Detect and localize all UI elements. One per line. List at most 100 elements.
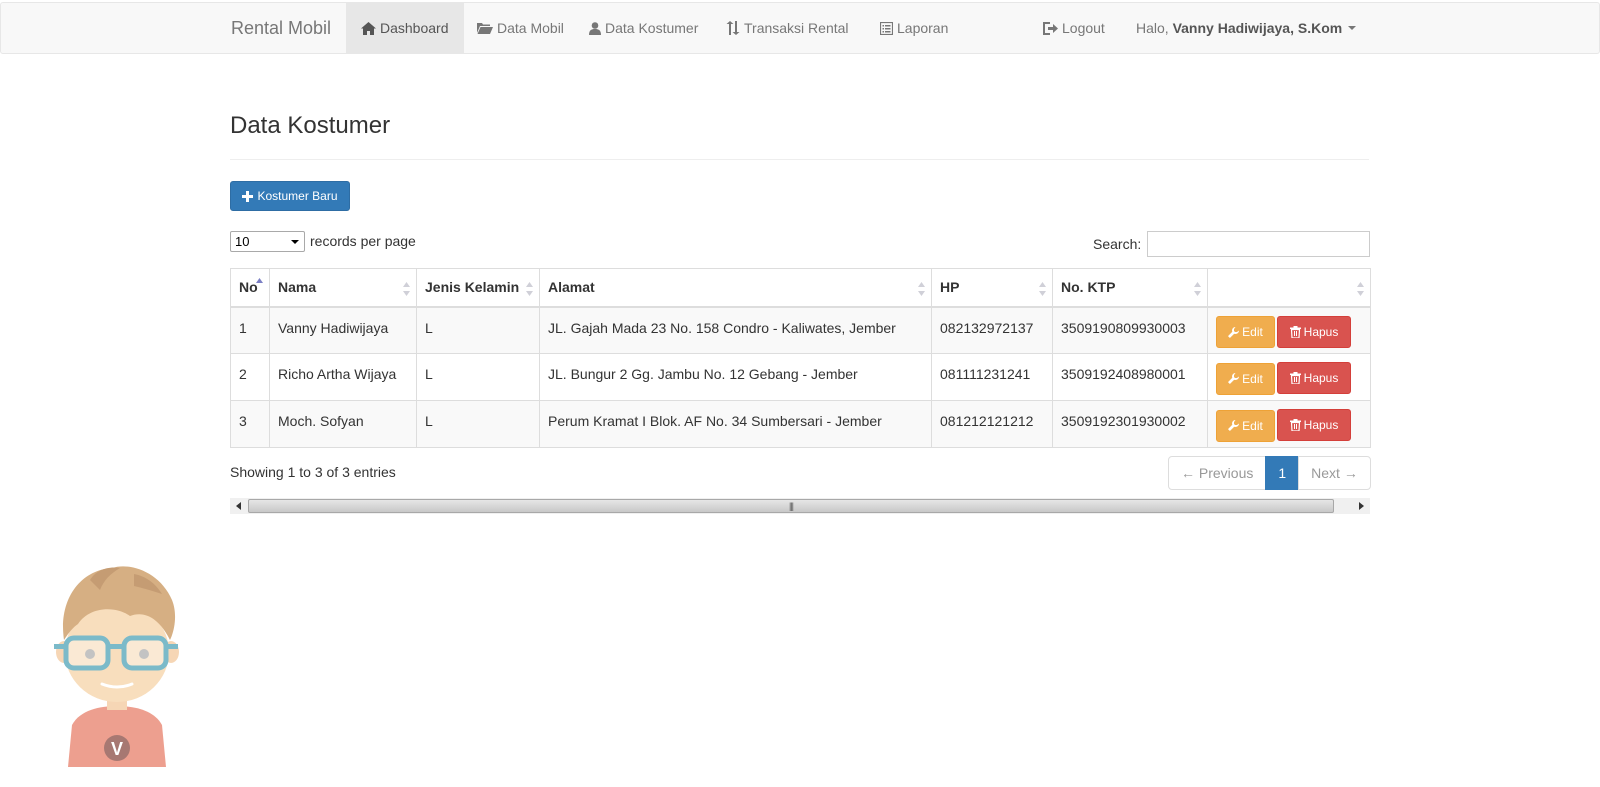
pagination-page-1[interactable]: 1	[1265, 456, 1300, 490]
cell-actions: Edit Hapus	[1207, 306, 1371, 354]
nav-item-label: Laporan	[897, 20, 949, 36]
table-row: 1 Vanny Hadiwijaya L JL. Gajah Mada 23 N…	[230, 306, 1371, 354]
cell-jenis-kelamin: L	[416, 400, 540, 448]
column-header-actions[interactable]	[1207, 268, 1371, 308]
user-icon	[589, 21, 601, 35]
edit-label: Edit	[1242, 325, 1263, 339]
user-menu-dropdown[interactable]: Halo, Vanny Hadiwijaya, S.Kom	[1121, 3, 1371, 53]
records-per-page-label: records per page	[310, 233, 416, 249]
scroll-left-arrow-icon[interactable]	[230, 498, 247, 514]
table-row: 2 Richo Artha Wijaya L JL. Bungur 2 Gg. …	[230, 353, 1371, 401]
edit-label: Edit	[1242, 418, 1263, 433]
cell-no: 2	[230, 353, 270, 401]
records-per-page-select[interactable]: 10	[230, 231, 305, 252]
pagination-next[interactable]: Next →	[1298, 456, 1371, 490]
column-header-nama[interactable]: Nama	[269, 268, 417, 308]
plus-icon	[242, 190, 254, 202]
table-header-row: No Nama Jenis Kelamin Alamat HP No. KTP	[230, 268, 1371, 308]
customer-table: No Nama Jenis Kelamin Alamat HP No. KTP …	[230, 268, 1371, 448]
nav-item-data-mobil[interactable]: Data Mobil	[462, 3, 579, 53]
column-header-no-ktp[interactable]: No. KTP	[1052, 268, 1208, 308]
column-header-hp[interactable]: HP	[931, 268, 1053, 308]
column-header-label: Nama	[278, 279, 317, 295]
cell-alamat: Perum Kramat I Blok. AF No. 34 Sumbersar…	[539, 400, 932, 448]
folder-open-icon	[477, 23, 493, 34]
column-header-label: No. KTP	[1061, 279, 1116, 295]
column-header-label: No	[239, 279, 258, 295]
column-header-no[interactable]: No	[230, 268, 270, 308]
logout-link[interactable]: Logout	[1028, 3, 1120, 53]
logout-icon	[1043, 21, 1058, 35]
navbar-container: Rental Mobil Dashboard Data Mobil Data K…	[231, 3, 1371, 53]
cell-hp: 081212121212	[931, 400, 1053, 448]
sort-both-icon	[1194, 282, 1201, 296]
cell-nama: Moch. Sofyan	[269, 400, 417, 448]
nav-item-label: Data Mobil	[497, 20, 564, 36]
wrench-icon	[1228, 326, 1240, 338]
cell-actions: Edit Hapus	[1207, 400, 1371, 448]
cell-ktp: 3509192301930002	[1052, 400, 1208, 448]
nav-item-label: Transaksi Rental	[744, 20, 849, 36]
nav-item-transaksi-rental[interactable]: Transaksi Rental	[711, 3, 864, 53]
add-customer-button[interactable]: Kostumer Baru	[230, 181, 350, 211]
sort-arrows-icon	[726, 21, 740, 35]
edit-button[interactable]: Edit	[1216, 409, 1275, 442]
page-title: Data Kostumer	[230, 112, 391, 139]
horizontal-scrollbar[interactable]: |||	[230, 498, 1370, 514]
svg-text:V: V	[111, 739, 123, 759]
trash-icon	[1289, 372, 1301, 384]
cell-ktp: 3509192408980001	[1052, 353, 1208, 401]
column-header-label: HP	[940, 279, 960, 295]
cell-jenis-kelamin: L	[416, 306, 540, 354]
navbar-brand[interactable]: Rental Mobil	[231, 3, 331, 53]
sort-both-icon	[403, 282, 410, 296]
search-label: Search:	[1093, 236, 1142, 252]
nav-item-laporan[interactable]: Laporan	[865, 3, 963, 53]
pagination-previous[interactable]: ← Previous	[1168, 456, 1267, 490]
nav-item-dashboard[interactable]: Dashboard	[346, 3, 464, 53]
scroll-right-arrow-icon[interactable]	[1353, 498, 1370, 514]
edit-button[interactable]: Edit	[1216, 362, 1275, 395]
home-icon	[361, 21, 376, 35]
cell-no: 3	[230, 400, 270, 448]
sort-both-icon	[1357, 282, 1364, 296]
cell-alamat: JL. Gajah Mada 23 No. 158 Condro - Kaliw…	[539, 306, 932, 354]
trash-icon	[1289, 325, 1301, 338]
delete-label: Hapus	[1303, 324, 1339, 339]
sort-both-icon	[526, 282, 533, 296]
column-header-jenis-kelamin[interactable]: Jenis Kelamin	[416, 268, 540, 308]
chevron-down-icon	[1348, 26, 1357, 30]
chevron-down-icon	[291, 240, 299, 244]
customer-table-wrapper: No Nama Jenis Kelamin Alamat HP No. KTP …	[230, 268, 1371, 448]
records-per-page-value: 10	[235, 234, 250, 249]
delete-button[interactable]: Hapus	[1277, 409, 1351, 441]
table-info: Showing 1 to 3 of 3 entries	[230, 464, 396, 480]
delete-button[interactable]: Hapus	[1277, 315, 1351, 348]
cell-hp: 082132972137	[931, 306, 1053, 354]
nav-item-data-kostumer[interactable]: Data Kostumer	[574, 3, 713, 53]
search-input[interactable]	[1147, 231, 1370, 257]
trash-icon	[1289, 419, 1301, 431]
sort-both-icon	[918, 282, 925, 296]
user-greeting: Halo,	[1136, 20, 1169, 36]
cell-actions: Edit Hapus	[1207, 353, 1371, 401]
sort-both-icon	[1039, 282, 1046, 296]
title-divider	[230, 159, 1369, 160]
mascot-avatar-image: V	[54, 566, 179, 767]
column-header-alamat[interactable]: Alamat	[539, 268, 932, 308]
grip-icon: |||	[788, 501, 794, 511]
scrollbar-thumb[interactable]: |||	[248, 499, 1334, 513]
pagination: ← Previous 1 Next →	[1168, 456, 1371, 490]
delete-button[interactable]: Hapus	[1277, 362, 1351, 394]
cell-nama: Richo Artha Wijaya	[269, 353, 417, 401]
sort-asc-icon	[256, 278, 263, 283]
table-row: 3 Moch. Sofyan L Perum Kramat I Blok. AF…	[230, 400, 1371, 448]
edit-button[interactable]: Edit	[1216, 316, 1275, 348]
delete-label: Hapus	[1303, 418, 1339, 432]
list-alt-icon	[880, 21, 893, 35]
add-customer-label: Kostumer Baru	[257, 189, 338, 203]
cell-jenis-kelamin: L	[416, 353, 540, 401]
user-name: Vanny Hadiwijaya, S.Kom	[1172, 20, 1343, 36]
delete-label: Hapus	[1303, 371, 1339, 385]
nav-item-label: Dashboard	[380, 20, 449, 36]
